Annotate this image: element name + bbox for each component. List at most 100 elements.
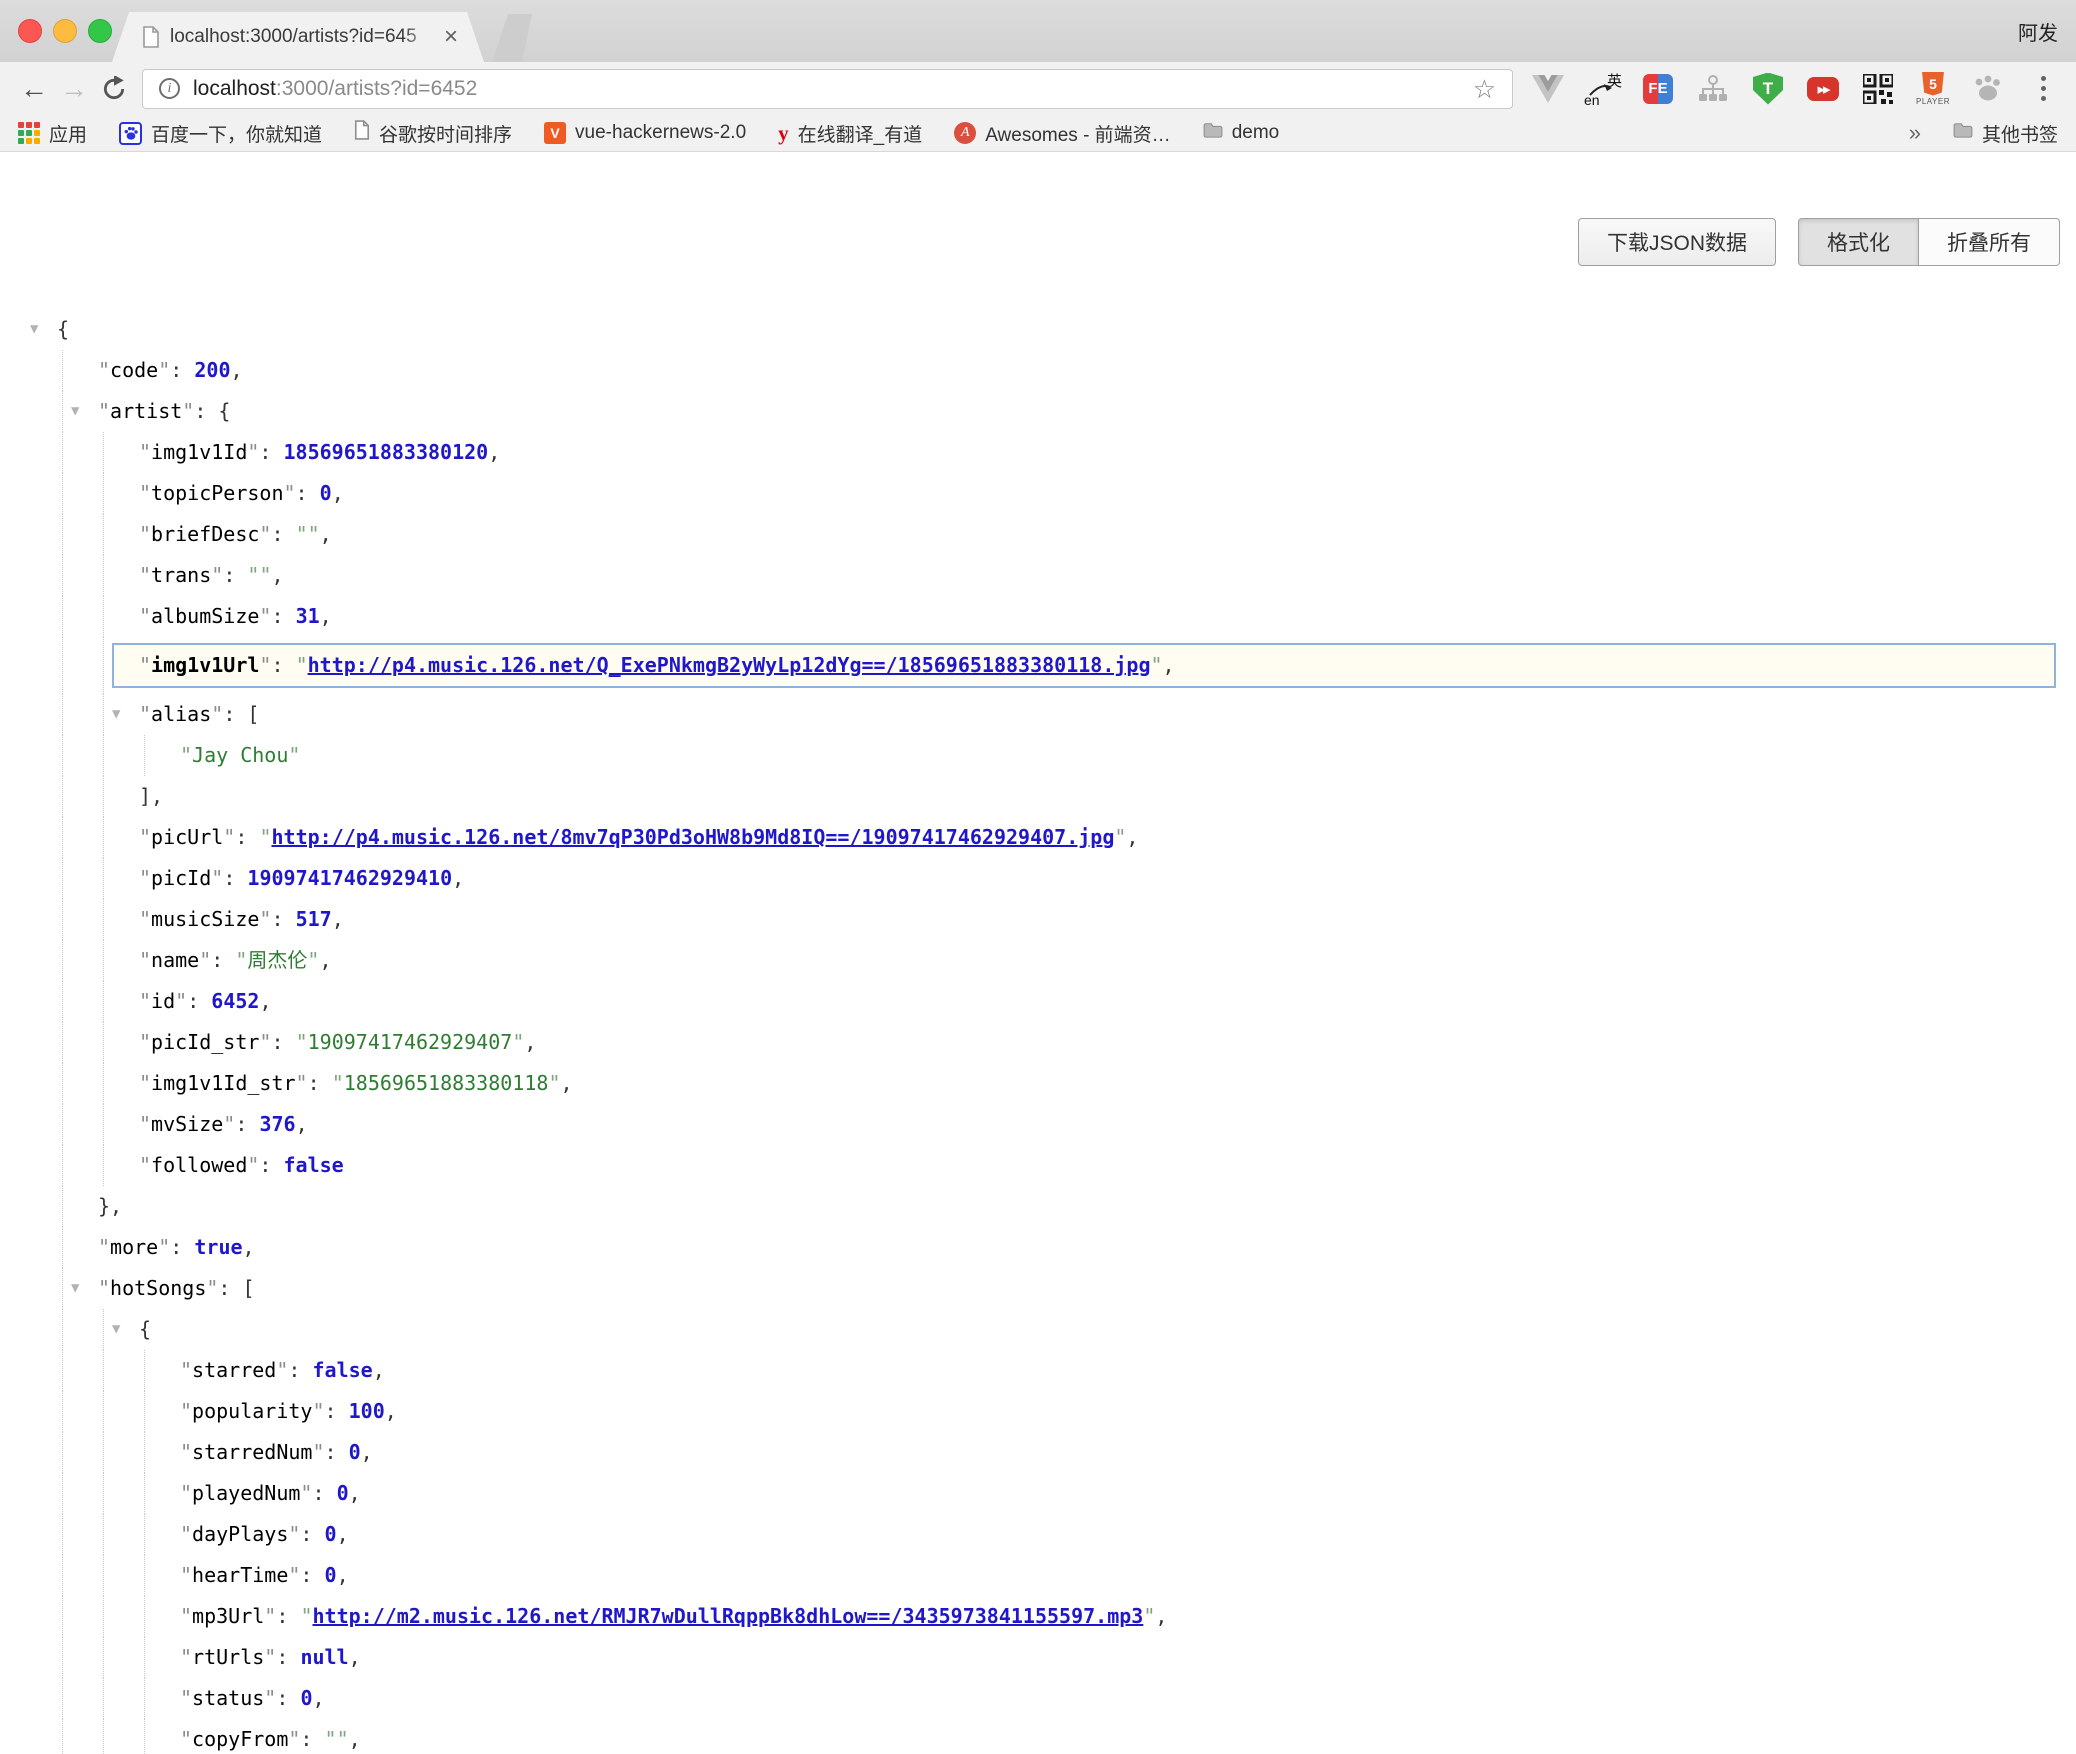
json-line: "more": true,	[0, 1227, 2076, 1268]
json-line: "img1v1Id": 18569651883380120,	[0, 432, 2076, 473]
json-line-highlighted: "img1v1Url": "http://p4.music.126.net/Q_…	[0, 637, 2076, 694]
folder-icon	[1953, 122, 1973, 144]
other-bookmarks-label: 其他书签	[1982, 120, 2058, 147]
json-line: "rtUrls": null,	[0, 1637, 2076, 1678]
html5-player-icon[interactable]: 5 PLAYER	[1914, 70, 1952, 108]
translate-extension-icon[interactable]: 英 en	[1584, 70, 1622, 108]
tab-close-icon[interactable]: ×	[444, 25, 458, 49]
url-path: :3000/artists?id=6452	[276, 77, 477, 100]
browser-tab[interactable]: localhost:3000/artists?id=645 ×	[112, 12, 484, 62]
back-button[interactable]: ←	[14, 75, 54, 103]
json-line: ▼"hotSongs": [	[0, 1268, 2076, 1309]
bookmark-label: Awesomes - 前端资…	[985, 120, 1170, 147]
json-line: "followed": false	[0, 1145, 2076, 1186]
json-url-link[interactable]: http://p4.music.126.net/Q_ExePNkmgB2yWyL…	[308, 653, 1151, 677]
window-controls	[18, 19, 112, 43]
vue-devtools-icon[interactable]	[1529, 70, 1567, 108]
json-viewer: 下载JSON数据 格式化 折叠所有 ▼{"code": 200,▼"artist…	[0, 152, 2076, 1754]
bookmarks-bar: 应用 百度一下，你就知道 谷歌按时间排序 V vue-hackernews-2.…	[0, 115, 2076, 152]
json-line: "name": "周杰伦",	[0, 940, 2076, 981]
viewer-controls: 下载JSON数据 格式化 折叠所有	[1578, 218, 2060, 266]
new-tab-button[interactable]	[492, 14, 532, 62]
fe-helper-icon[interactable]: FE	[1639, 70, 1677, 108]
bookmark-baidu[interactable]: 百度一下，你就知道	[119, 120, 322, 147]
json-line: "picId_str": "19097417462929407",	[0, 1022, 2076, 1063]
close-button[interactable]	[18, 19, 42, 43]
bookmarks-overflow-icon[interactable]: »	[1909, 120, 1921, 146]
bookmark-youdao[interactable]: y 在线翻译_有道	[778, 120, 922, 147]
url-text: localhost:3000/artists?id=6452	[193, 77, 477, 101]
paw-extension-icon[interactable]	[1969, 70, 2007, 108]
folder-icon	[1203, 122, 1223, 144]
json-line: },	[0, 1186, 2076, 1227]
profile-name[interactable]: 阿发	[2018, 0, 2058, 62]
json-line: "musicSize": 517,	[0, 899, 2076, 940]
collapse-triangle-icon[interactable]: ▼	[112, 694, 120, 735]
json-line: "topicPerson": 0,	[0, 473, 2076, 514]
json-line: "playedNum": 0,	[0, 1473, 2076, 1514]
address-bar[interactable]: i localhost:3000/artists?id=6452 ☆	[142, 69, 1513, 109]
bookmark-label: 在线翻译_有道	[798, 120, 923, 147]
sitemap-icon[interactable]	[1694, 70, 1732, 108]
reload-button[interactable]	[94, 76, 134, 102]
json-line: "popularity": 100,	[0, 1391, 2076, 1432]
bookmark-label: 应用	[49, 120, 87, 147]
toolbar: ← → i localhost:3000/artists?id=6452 ☆ 英…	[0, 62, 2076, 115]
awesomes-icon: A	[954, 122, 976, 144]
page-icon	[142, 26, 160, 48]
bookmark-awesomes[interactable]: A Awesomes - 前端资…	[954, 120, 1170, 147]
format-collapse-group: 格式化 折叠所有	[1798, 218, 2060, 266]
bookmark-demo-folder[interactable]: demo	[1203, 122, 1280, 144]
json-line: "briefDesc": "",	[0, 514, 2076, 555]
bookmark-vue-hackernews[interactable]: V vue-hackernews-2.0	[544, 122, 746, 144]
site-info-icon[interactable]: i	[159, 78, 180, 99]
json-tree: ▼{"code": 200,▼"artist": {"img1v1Id": 18…	[0, 309, 2076, 1754]
bookmark-google-sort[interactable]: 谷歌按时间排序	[354, 120, 512, 147]
collapse-triangle-icon[interactable]: ▼	[71, 1268, 79, 1309]
apps-grid-icon	[18, 122, 40, 144]
collapse-triangle-icon[interactable]: ▼	[112, 1309, 120, 1350]
json-line: ],	[0, 776, 2076, 817]
maximize-button[interactable]	[88, 19, 112, 43]
tampermonkey-icon[interactable]: T	[1749, 70, 1787, 108]
json-line: "dayPlays": 0,	[0, 1514, 2076, 1555]
minimize-button[interactable]	[53, 19, 77, 43]
json-line: ▼"alias": [	[0, 694, 2076, 735]
format-button[interactable]: 格式化	[1798, 218, 1919, 266]
bookmark-star-icon[interactable]: ☆	[1473, 76, 1496, 102]
json-url-link[interactable]: http://p4.music.126.net/8mv7qP30Pd3oHW8b…	[271, 825, 1114, 849]
bookmark-apps[interactable]: 应用	[18, 120, 87, 147]
collapse-triangle-icon[interactable]: ▼	[71, 391, 79, 432]
json-line: "trans": "",	[0, 555, 2076, 596]
json-line: ▼{	[0, 1309, 2076, 1350]
json-line: "copyFrom": "",	[0, 1719, 2076, 1754]
json-line: "starred": false,	[0, 1350, 2076, 1391]
other-bookmarks-folder[interactable]: 其他书签	[1953, 120, 2058, 147]
json-url-link[interactable]: http://m2.music.126.net/RMJR7wDullRqppBk…	[312, 1604, 1143, 1628]
forward-button[interactable]: →	[54, 75, 94, 103]
tab-title: localhost:3000/artists?id=645	[170, 26, 438, 48]
qr-code-icon[interactable]	[1859, 70, 1897, 108]
bookmark-label: 百度一下，你就知道	[151, 120, 322, 147]
json-line: "Jay Chou"	[0, 735, 2076, 776]
json-line: "picUrl": "http://p4.music.126.net/8mv7q…	[0, 817, 2076, 858]
json-line: ▼{	[0, 309, 2076, 350]
json-line: "mp3Url": "http://m2.music.126.net/RMJR7…	[0, 1596, 2076, 1637]
page-icon	[354, 120, 370, 146]
json-line: "picId": 19097417462929410,	[0, 858, 2076, 899]
youdao-icon: y	[778, 121, 789, 146]
extension-icons: 英 en FE T ▸▸ 5 PLAYER	[1529, 70, 2062, 108]
collapse-all-button[interactable]: 折叠所有	[1919, 218, 2060, 266]
json-line: "hearTime": 0,	[0, 1555, 2076, 1596]
tab-bar: localhost:3000/artists?id=645 × 阿发	[0, 0, 2076, 62]
baidu-paw-icon	[119, 122, 142, 145]
json-line: "starredNum": 0,	[0, 1432, 2076, 1473]
bookmark-label: demo	[1232, 122, 1280, 144]
json-line: "code": 200,	[0, 350, 2076, 391]
browser-menu-icon[interactable]	[2024, 70, 2062, 108]
download-json-button[interactable]: 下载JSON数据	[1578, 218, 1776, 266]
json-line: "status": 0,	[0, 1678, 2076, 1719]
video-player-extension-icon[interactable]: ▸▸	[1804, 70, 1842, 108]
bookmark-label: vue-hackernews-2.0	[575, 122, 746, 144]
collapse-triangle-icon[interactable]: ▼	[30, 309, 38, 350]
